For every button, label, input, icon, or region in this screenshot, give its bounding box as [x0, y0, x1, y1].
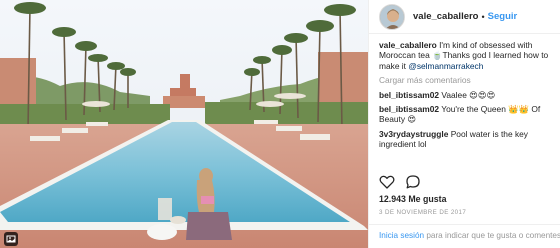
- comment-icon[interactable]: [405, 174, 421, 190]
- load-more-comments-link[interactable]: Cargar más comentarios: [379, 75, 557, 85]
- post-side-panel: vale_caballero • Seguir vale_caballero I…: [368, 0, 560, 248]
- post-date: 3 de noviembre de 2017: [379, 209, 467, 216]
- post-actions: [379, 174, 559, 190]
- comment-text: Vaalee 😍😍😍: [441, 89, 496, 100]
- caption: vale_caballero I'm kind of obsessed with…: [379, 40, 557, 71]
- comment-item: bel_ibtissam02 You're the Queen 👑👑 Of Be…: [379, 104, 557, 125]
- comment-item: 3v3rydaystruggle Pool water is the key i…: [379, 129, 557, 150]
- caption-mention[interactable]: @selmanmarrakech: [408, 61, 483, 71]
- comment-item: bel_ibtissam02 Vaalee 😍😍😍: [379, 90, 557, 100]
- comment-username[interactable]: bel_ibtissam02: [379, 90, 439, 100]
- post-header: vale_caballero • Seguir: [369, 0, 560, 34]
- author-username[interactable]: vale_caballero: [413, 11, 479, 22]
- comment-username[interactable]: bel_ibtissam02: [379, 104, 439, 114]
- likes-count[interactable]: 12.943 Me gusta: [379, 194, 446, 204]
- login-prompt: Inicia sesión para indicar que te gusta …: [369, 224, 560, 248]
- login-prompt-text: para indicar que te gusta o comentes.: [424, 231, 560, 240]
- comments-list: vale_caballero I'm kind of obsessed with…: [379, 40, 557, 154]
- follow-button[interactable]: Seguir: [488, 11, 518, 22]
- login-link[interactable]: Inicia sesión: [379, 231, 424, 240]
- caption-username[interactable]: vale_caballero: [379, 40, 437, 50]
- comment-username[interactable]: 3v3rydaystruggle: [379, 129, 448, 139]
- avatar[interactable]: [379, 3, 405, 30]
- post-photo[interactable]: [0, 0, 368, 248]
- image-icon[interactable]: [4, 232, 18, 246]
- header-separator: •: [481, 11, 485, 22]
- heart-icon[interactable]: [379, 174, 395, 190]
- photo-scene: [0, 0, 368, 248]
